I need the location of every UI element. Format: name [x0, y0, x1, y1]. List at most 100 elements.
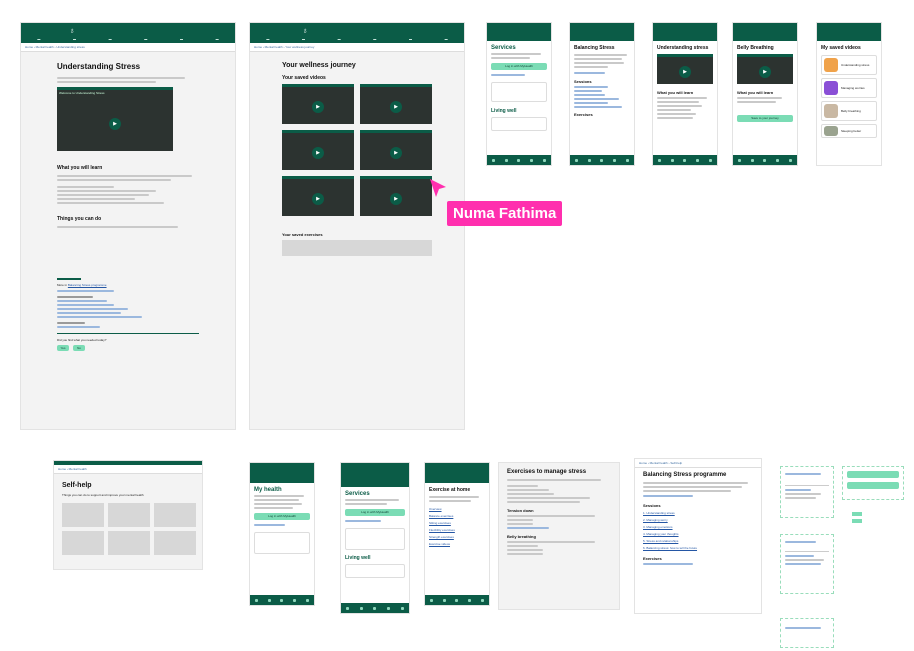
breadcrumb[interactable]: Home › Mental health [54, 465, 202, 474]
screen-title: Belly Breathing [737, 45, 774, 51]
exercise-link[interactable]: Balance exercises [429, 514, 485, 518]
saved-video-item[interactable]: Managing worries [821, 78, 877, 98]
component-fragment [780, 466, 834, 518]
component-button[interactable] [847, 471, 899, 478]
play-icon[interactable]: ▶ [679, 65, 691, 78]
mobile-tab-bar[interactable] [425, 595, 489, 605]
component-fragment [780, 534, 834, 594]
video-player[interactable]: ▶ [737, 54, 793, 84]
play-icon[interactable]: ▶ [312, 147, 324, 160]
page-title: Self-help [62, 482, 92, 489]
component-chip [852, 519, 862, 523]
breadcrumb[interactable]: Home › Mental health › Self-help [635, 459, 761, 468]
self-help-card[interactable] [62, 531, 104, 555]
component-button[interactable] [847, 482, 899, 489]
page-title: Exercises to manage stress [507, 469, 587, 475]
save-journey-button[interactable]: Save to your journey [737, 115, 793, 122]
play-icon[interactable]: ▶ [109, 117, 121, 130]
self-help-card[interactable] [108, 531, 150, 555]
login-button[interactable]: Log in with MyHealth [254, 513, 310, 520]
tension-heading: Tension down [507, 508, 534, 513]
hse-logo: ♁ [302, 26, 308, 35]
mobile-tab-bar[interactable] [250, 595, 314, 605]
play-icon[interactable]: ▶ [759, 65, 771, 78]
feedback-no-button[interactable]: No [73, 345, 85, 351]
session-link[interactable]: 3. Managing emotions [643, 525, 753, 529]
living-well-card[interactable] [491, 117, 547, 131]
exercises-heading: Exercises [643, 556, 662, 561]
services-card[interactable] [345, 528, 405, 550]
services-card[interactable] [491, 82, 547, 102]
video-thumbnail [824, 104, 838, 118]
saved-video-title: Understanding stress [841, 63, 870, 67]
living-well-card[interactable] [345, 564, 405, 578]
mobile-tab-bar[interactable] [653, 155, 717, 165]
play-icon[interactable]: ▶ [390, 101, 402, 114]
saved-video-card[interactable]: ▶ [360, 176, 432, 216]
living-well-heading: Living well [345, 555, 371, 561]
play-icon[interactable]: ▶ [390, 147, 402, 160]
video-player[interactable]: ▶ [657, 54, 713, 84]
video-player[interactable]: Welcome to Understanding Stress ▶ [57, 87, 173, 151]
component-fragment [780, 618, 834, 648]
self-help-card[interactable] [154, 531, 196, 555]
site-nav[interactable]: ▬ ▬ ▬ ▬ ▬ ▬ [21, 37, 235, 41]
feedback-yes-button[interactable]: Yes [57, 345, 69, 351]
sessions-heading: Sessions [574, 79, 592, 84]
site-header [54, 461, 202, 465]
info-card[interactable] [254, 532, 310, 554]
exercise-link[interactable]: Exercise videos [429, 542, 485, 546]
saved-video-card[interactable]: ▶ [282, 84, 354, 124]
more-in-link[interactable]: Balancing Stress programme [68, 283, 107, 287]
self-help-card[interactable] [154, 503, 196, 527]
session-link[interactable]: 2. Managing worry [643, 518, 753, 522]
saved-video-title: Belly breathing [841, 109, 861, 113]
component-chip [852, 512, 862, 516]
saved-video-card[interactable]: ▶ [360, 84, 432, 124]
play-icon[interactable]: ▶ [312, 193, 324, 206]
breadcrumb[interactable]: Home › Mental health › Your wellness jou… [250, 43, 464, 52]
session-link[interactable]: 6. Balancing stress: how to tell the fut… [643, 546, 753, 550]
can-do-heading: Things you can do [57, 216, 102, 222]
self-help-card[interactable] [108, 503, 150, 527]
saved-video-item[interactable]: Belly breathing [821, 101, 877, 121]
login-button[interactable]: Log in with MyHealth [345, 509, 405, 516]
mobile-tab-bar[interactable] [570, 155, 634, 165]
saved-video-item[interactable]: Understanding stress [821, 55, 877, 75]
saved-video-item[interactable]: Sleeping better [821, 124, 877, 138]
site-nav[interactable]: ▬ ▬ ▬ ▬ ▬ ▬ [250, 37, 464, 41]
mobile-tab-bar[interactable] [733, 155, 797, 165]
saved-video-card[interactable]: ▶ [282, 130, 354, 170]
mobile-header [733, 23, 797, 41]
login-button[interactable]: Log in with MyHealth [491, 63, 547, 70]
learn-heading: What you will learn [657, 90, 694, 95]
exercise-link[interactable]: Overview [429, 507, 485, 511]
hse-logo: ♁ [69, 26, 75, 35]
mobile-tab-bar[interactable] [487, 155, 551, 165]
saved-video-card[interactable]: ▶ [282, 176, 354, 216]
exercise-link[interactable]: Strength exercises [429, 535, 485, 539]
play-icon[interactable]: ▶ [390, 193, 402, 206]
self-help-card[interactable] [62, 503, 104, 527]
exercise-link[interactable]: Flexibility exercises [429, 528, 485, 532]
saved-video-card[interactable]: ▶ [360, 130, 432, 170]
screen-title: Exercise at home [429, 487, 471, 493]
video-thumbnail [824, 58, 838, 72]
video-caption: Welcome to Understanding Stress [59, 91, 105, 95]
video-thumbnail [824, 81, 838, 95]
session-link[interactable]: 1. Understanding stress [643, 511, 753, 515]
mobile-tab-bar[interactable] [341, 603, 409, 613]
session-link[interactable]: 4. Managing your thoughts [643, 532, 753, 536]
exercise-link[interactable]: Sitting exercises [429, 521, 485, 525]
saved-video-title: Managing worries [841, 86, 865, 90]
play-icon[interactable]: ▶ [312, 101, 324, 114]
site-header: ♁ ▬ ▬ ▬ ▬ ▬ ▬ [250, 23, 464, 43]
screen-title: Services [345, 491, 370, 497]
page-title: Understanding Stress [57, 62, 141, 71]
learn-heading: What you will learn [737, 90, 774, 95]
frame-mobile-saved-videos: My saved videos Understanding stress Man… [816, 22, 882, 166]
frame-wellness-journey: ♁ ▬ ▬ ▬ ▬ ▬ ▬ Home › Mental health › Your wel… [249, 22, 465, 430]
page-subtitle: Things you can do to support and improve… [62, 493, 144, 497]
breadcrumb[interactable]: Home › Mental health › Understanding str… [21, 43, 235, 52]
session-link[interactable]: 5. Stress and relationships [643, 539, 753, 543]
